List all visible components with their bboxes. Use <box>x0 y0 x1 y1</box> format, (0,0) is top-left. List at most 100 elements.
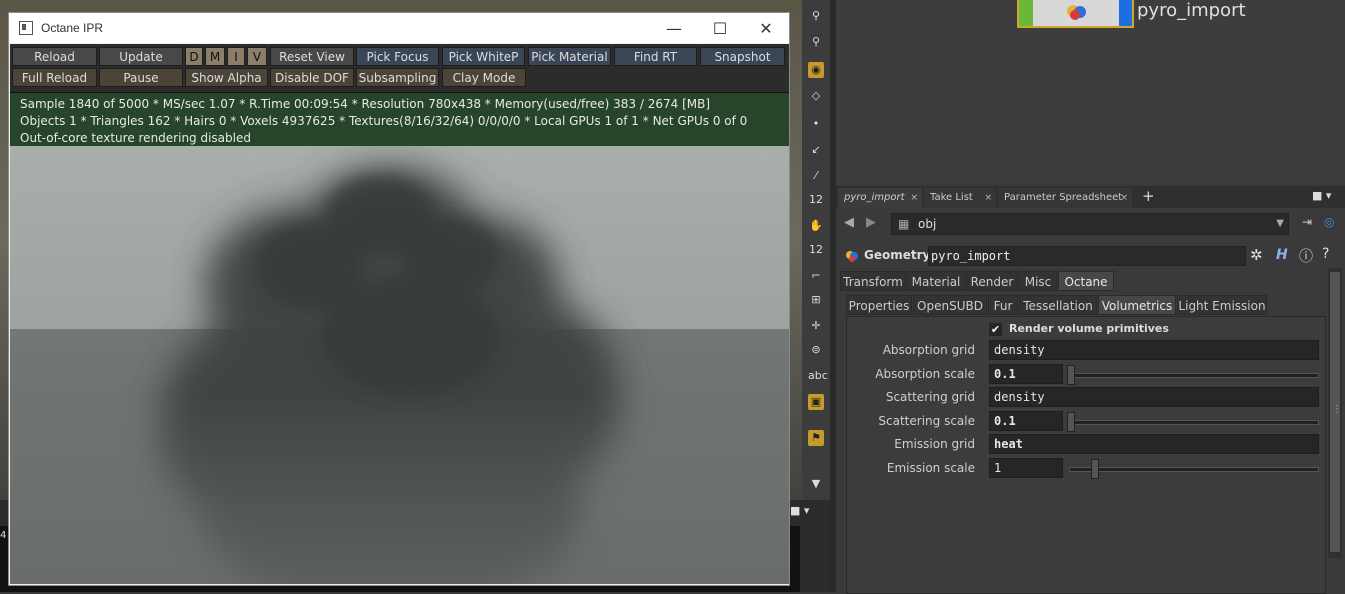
number2-icon[interactable]: 12 <box>808 242 824 258</box>
ipr-titlebar[interactable]: Octane IPR — ☐ ✕ <box>9 13 789 43</box>
scattering-grid-label: Scattering grid <box>885 390 975 404</box>
geometry-header: Geometry pyro_import ✲ H ⓘ ? <box>836 244 1345 268</box>
paint-icon[interactable]: ⁄ <box>808 168 824 184</box>
path-text: obj <box>918 217 937 231</box>
add-tab-icon[interactable]: + <box>1142 187 1155 205</box>
emission-scale-slider[interactable] <box>1069 467 1319 472</box>
node-display-flag[interactable] <box>1019 0 1033 26</box>
network-view[interactable]: pyro_import <box>836 0 1345 184</box>
tab-misc[interactable]: Misc <box>1019 271 1057 291</box>
link-pane-icon[interactable]: ◎ <box>1324 215 1334 229</box>
pane-menu-icon[interactable]: ■ ▾ <box>1312 189 1331 202</box>
d-toggle-button[interactable]: D <box>185 47 203 66</box>
show-alpha-button[interactable]: Show Alpha <box>185 68 268 87</box>
scattering-scale-slider[interactable] <box>1069 420 1319 425</box>
tab-tessellation[interactable]: Tessellation <box>1019 295 1097 315</box>
tab-volumetrics[interactable]: Volumetrics <box>1098 295 1176 315</box>
help-icon[interactable]: ? <box>1322 246 1329 262</box>
help-h-icon[interactable]: H <box>1276 247 1288 263</box>
measure-icon[interactable]: ⌐ <box>808 268 824 284</box>
render-volume-checkbox[interactable]: ✔ <box>989 323 1002 336</box>
number-icon[interactable]: 12 <box>808 192 824 208</box>
emission-scale-handle[interactable] <box>1091 459 1099 479</box>
info-icon[interactable]: ⓘ <box>1299 246 1313 266</box>
tab-light-emission[interactable]: Light Emission <box>1177 295 1267 315</box>
tab-fur[interactable]: Fur <box>988 295 1018 315</box>
tab-take-list[interactable]: Take List × <box>924 188 996 208</box>
render-viewport[interactable] <box>10 146 789 584</box>
layer-icon[interactable]: ⊜ <box>808 342 824 358</box>
scroll-grip-icon[interactable]: ⋮ <box>1332 404 1342 415</box>
hand-icon[interactable]: ✋ <box>808 218 824 234</box>
scroll-down-icon[interactable]: ▼ <box>808 476 824 492</box>
node-render-flag[interactable] <box>1119 0 1132 26</box>
view-icon[interactable]: ◇ <box>808 88 824 104</box>
scattering-scale-field[interactable]: 0.1 <box>989 411 1063 431</box>
node-name-field[interactable]: pyro_import <box>928 246 1246 266</box>
close-tab-icon[interactable]: × <box>1120 188 1128 208</box>
close-button[interactable]: ✕ <box>743 13 789 43</box>
pause-button[interactable]: Pause <box>99 68 183 87</box>
tab-label: pyro_import <box>844 192 905 203</box>
absorption-scale-slider[interactable] <box>1069 373 1319 378</box>
pin-pane-icon[interactable]: ⇥ <box>1302 215 1312 229</box>
pick-material-button[interactable]: Pick Material <box>528 47 611 66</box>
brush-icon[interactable]: ↙ <box>808 142 824 158</box>
tab-material[interactable]: Material <box>907 271 965 291</box>
node-body[interactable] <box>1033 0 1119 26</box>
pick-whitep-button[interactable]: Pick WhiteP <box>442 47 525 66</box>
pin-icon[interactable]: ⚑ <box>808 430 824 446</box>
reload-button[interactable]: Reload <box>12 47 97 66</box>
snapshot-button[interactable]: Snapshot <box>700 47 785 66</box>
gear-icon[interactable]: ✲ <box>1250 246 1263 264</box>
scattering-grid-field[interactable]: density <box>989 387 1319 407</box>
tab-opensubd[interactable]: OpenSUBD <box>913 295 987 315</box>
clay-mode-button[interactable]: Clay Mode <box>442 68 526 87</box>
image-icon[interactable]: ▣ <box>808 394 824 410</box>
absorption-scale-field[interactable]: 0.1 <box>989 364 1063 384</box>
i-toggle-button[interactable]: I <box>227 47 245 66</box>
subsampling-button[interactable]: Subsampling <box>356 68 439 87</box>
light-icon[interactable]: ⚲ <box>808 8 824 24</box>
path-dropdown-icon[interactable]: ▼ <box>1276 214 1284 234</box>
tab-transform[interactable]: Transform <box>840 271 906 291</box>
emission-scale-row: Emission scale 1 <box>847 457 1325 479</box>
emission-scale-field[interactable]: 1 <box>989 458 1063 478</box>
tab-pyro-import[interactable]: pyro_import × <box>838 188 922 208</box>
full-reload-button[interactable]: Full Reload <box>12 68 97 87</box>
minimize-button[interactable]: — <box>651 13 697 43</box>
pyro-import-node[interactable] <box>1017 0 1134 28</box>
viewport-menu-icon[interactable]: ■ ▾ <box>790 504 830 534</box>
close-tab-icon[interactable]: × <box>984 188 992 208</box>
forward-arrow-icon[interactable]: ▶ <box>866 215 876 230</box>
reset-view-button[interactable]: Reset View <box>270 47 354 66</box>
tab-render[interactable]: Render <box>966 271 1018 291</box>
light2-icon[interactable]: ⚲ <box>808 34 824 50</box>
absorption-scale-handle[interactable] <box>1067 365 1075 385</box>
absorption-grid-field[interactable]: density <box>989 340 1319 360</box>
camera-icon[interactable]: ◉ <box>808 62 824 78</box>
node-name-label: pyro_import <box>1137 0 1246 21</box>
maximize-button[interactable]: ☐ <box>697 13 743 43</box>
update-button[interactable]: Update <box>99 47 183 66</box>
pick-focus-button[interactable]: Pick Focus <box>356 47 439 66</box>
tab-octane[interactable]: Octane <box>1058 271 1114 291</box>
tab-properties[interactable]: Properties <box>846 295 912 315</box>
back-arrow-icon[interactable]: ◀ <box>844 215 854 230</box>
text-icon[interactable]: abc <box>808 368 828 384</box>
tab-label: Parameter Spreadsheet <box>1004 192 1123 203</box>
m-toggle-button[interactable]: M <box>205 47 225 66</box>
status-line-sample: Sample 1840 of 5000 * MS/sec 1.07 * R.Ti… <box>20 97 711 111</box>
parameter-editor: Geometry pyro_import ✲ H ⓘ ? Transform M… <box>836 240 1345 594</box>
tab-parameter-spreadsheet[interactable]: Parameter Spreadsheet × <box>998 188 1132 208</box>
find-rt-button[interactable]: Find RT <box>614 47 697 66</box>
close-tab-icon[interactable]: × <box>910 188 918 208</box>
transform-icon[interactable]: ✛ <box>808 318 824 334</box>
emission-grid-field[interactable]: heat <box>989 434 1319 454</box>
v-toggle-button[interactable]: V <box>247 47 267 66</box>
scattering-scale-handle[interactable] <box>1067 412 1075 432</box>
snap-icon[interactable]: ⊞ <box>808 292 824 308</box>
disable-dof-button[interactable]: Disable DOF <box>270 68 354 87</box>
path-field[interactable]: ▦ obj ▼ <box>891 213 1289 235</box>
point-icon[interactable]: • <box>808 116 824 132</box>
